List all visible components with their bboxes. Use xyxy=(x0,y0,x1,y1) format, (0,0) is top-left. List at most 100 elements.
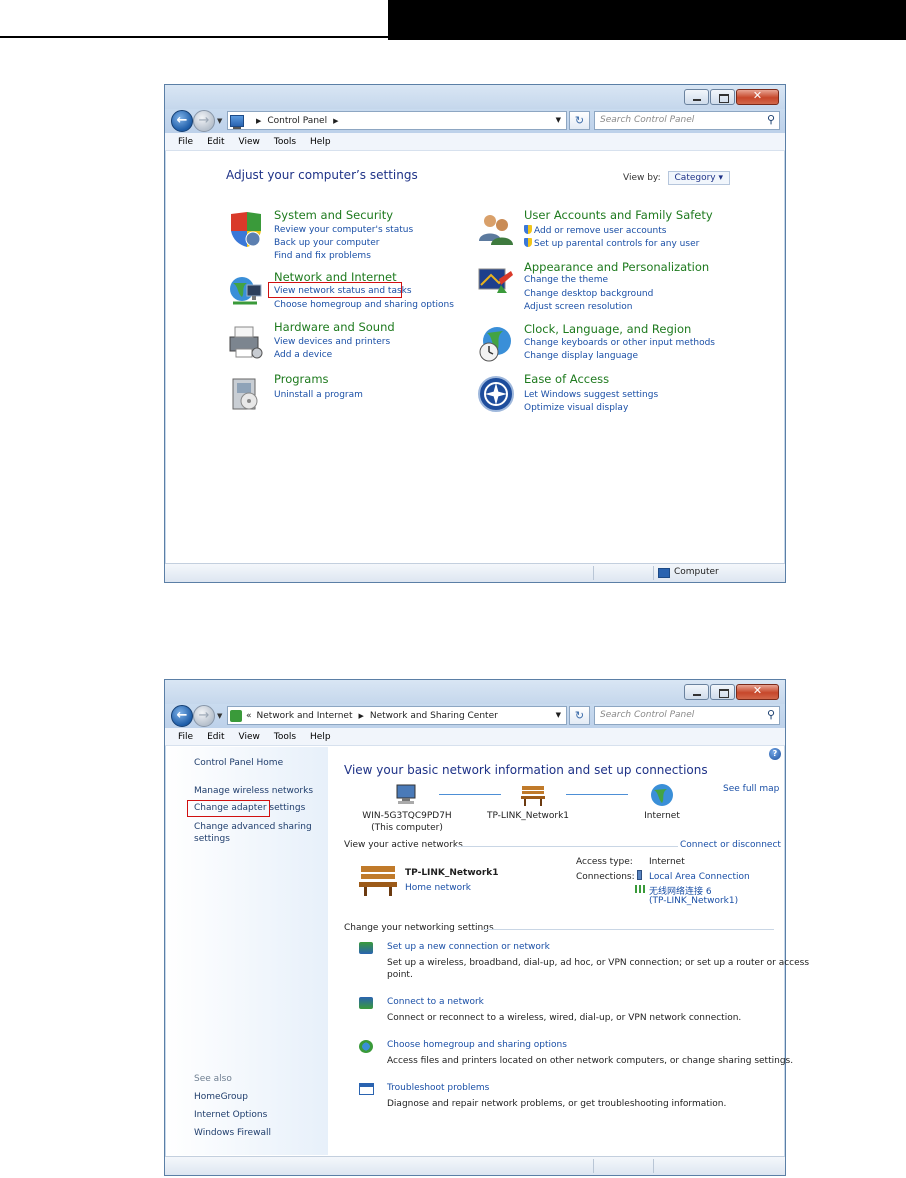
help-icon[interactable]: ? xyxy=(769,748,781,760)
view-by: View by: Category ▾ xyxy=(623,171,731,185)
link-troubleshoot[interactable]: Troubleshoot problems xyxy=(387,1083,489,1093)
printer-icon xyxy=(229,326,263,359)
category-title[interactable]: Hardware and Sound xyxy=(274,320,395,334)
link-setup-new-connection[interactable]: Set up a new connection or network xyxy=(387,942,550,952)
category-title[interactable]: Ease of Access xyxy=(524,372,609,386)
close-button[interactable] xyxy=(736,684,779,700)
link-advanced-sharing[interactable]: Change advanced sharing xyxy=(194,822,312,832)
breadcrumb-network-internet[interactable]: Network and Internet xyxy=(257,711,353,721)
link-connect-network[interactable]: Connect to a network xyxy=(387,997,484,1007)
breadcrumb-network-sharing-center[interactable]: Network and Sharing Center xyxy=(370,711,498,721)
breadcrumb-overflow[interactable]: « xyxy=(246,711,252,721)
search-icon[interactable]: ⚲ xyxy=(767,708,775,721)
wifi-signal-icon xyxy=(635,885,645,893)
category-title[interactable]: Appearance and Personalization xyxy=(524,260,709,274)
link-review-status[interactable]: Review your computer's status xyxy=(274,225,413,235)
link-add-device[interactable]: Add a device xyxy=(274,350,332,360)
link-see-full-map[interactable]: See full map xyxy=(723,784,779,794)
back-button[interactable] xyxy=(171,705,193,727)
link-wireless-connection-sub[interactable]: (TP-LINK_Network1) xyxy=(649,896,738,906)
link-advanced-sharing-2[interactable]: settings xyxy=(194,834,230,844)
link-manage-wireless[interactable]: Manage wireless networks xyxy=(194,786,313,796)
link-control-panel-home[interactable]: Control Panel Home xyxy=(194,758,283,768)
connections-label: Connections: xyxy=(576,872,635,882)
recent-pages-dropdown-icon[interactable]: ▼ xyxy=(217,117,222,125)
link-homegroup-sharing[interactable]: Choose homegroup and sharing options xyxy=(274,300,454,310)
refresh-button[interactable]: ↻ xyxy=(569,111,590,130)
clock-globe-icon xyxy=(479,327,511,362)
menu-bar: File Edit View Tools Help xyxy=(165,133,785,151)
link-windows-firewall[interactable]: Windows Firewall xyxy=(194,1128,271,1138)
chevron-right-icon[interactable]: ▶ xyxy=(358,712,363,720)
search-input[interactable]: Search Control Panel ⚲ xyxy=(594,706,780,725)
link-change-theme[interactable]: Change the theme xyxy=(524,275,608,285)
link-devices-printers[interactable]: View devices and printers xyxy=(274,337,390,347)
link-desktop-background[interactable]: Change desktop background xyxy=(524,289,653,299)
forward-button[interactable] xyxy=(193,705,215,727)
address-bar[interactable]: « Network and Internet ▶ Network and Sha… xyxy=(227,706,567,725)
shield-icon xyxy=(231,212,261,247)
link-connect-disconnect[interactable]: Connect or disconnect xyxy=(680,840,781,850)
category-title[interactable]: Programs xyxy=(274,372,329,386)
link-display-language[interactable]: Change display language xyxy=(524,351,638,361)
menu-file[interactable]: File xyxy=(178,137,193,147)
link-keyboards-input[interactable]: Change keyboards or other input methods xyxy=(524,338,715,348)
link-uninstall[interactable]: Uninstall a program xyxy=(274,390,363,400)
view-by-dropdown[interactable]: Category ▾ xyxy=(667,171,731,185)
address-bar[interactable]: ▶ Control Panel ▶ ▼ xyxy=(227,111,567,130)
task-description: Connect or reconnect to a wireless, wire… xyxy=(387,1013,742,1023)
forward-button[interactable] xyxy=(193,110,215,132)
menu-view[interactable]: View xyxy=(239,137,260,147)
menu-bar: File Edit View Tools Help xyxy=(165,728,785,746)
menu-edit[interactable]: Edit xyxy=(207,732,224,742)
link-local-area-connection[interactable]: Local Area Connection xyxy=(649,872,750,882)
link-homegroup-sharing[interactable]: Choose homegroup and sharing options xyxy=(387,1040,567,1050)
internet-globe-icon xyxy=(651,784,673,806)
category-title[interactable]: Clock, Language, and Region xyxy=(524,322,691,336)
link-back-up[interactable]: Back up your computer xyxy=(274,238,380,248)
refresh-button[interactable]: ↻ xyxy=(569,706,590,725)
menu-help[interactable]: Help xyxy=(310,137,331,147)
highlight-box xyxy=(268,282,402,298)
maximize-button[interactable] xyxy=(710,684,735,700)
control-panel-icon xyxy=(230,114,244,129)
see-also-label: See also xyxy=(194,1074,232,1084)
menu-help[interactable]: Help xyxy=(310,732,331,742)
search-input[interactable]: Search Control Panel ⚲ xyxy=(594,111,780,130)
bench-icon xyxy=(521,786,545,806)
close-button[interactable] xyxy=(736,89,779,105)
minimize-button[interactable] xyxy=(684,89,709,105)
link-suggest-settings[interactable]: Let Windows suggest settings xyxy=(524,390,658,400)
bench-icon xyxy=(359,866,397,896)
chevron-down-icon[interactable]: ▼ xyxy=(556,711,561,719)
map-internet: Internet xyxy=(644,811,680,821)
homegroup-icon xyxy=(359,1040,373,1053)
link-optimize-visual[interactable]: Optimize visual display xyxy=(524,403,628,413)
recent-pages-dropdown-icon[interactable]: ▼ xyxy=(217,712,222,720)
maximize-button[interactable] xyxy=(710,89,735,105)
connect-network-icon xyxy=(359,997,373,1009)
back-button[interactable] xyxy=(171,110,193,132)
active-network-name: TP-LINK_Network1 xyxy=(405,868,499,878)
link-find-fix[interactable]: Find and fix problems xyxy=(274,251,371,261)
link-screen-resolution[interactable]: Adjust screen resolution xyxy=(524,302,632,312)
category-title[interactable]: System and Security xyxy=(274,208,393,222)
menu-edit[interactable]: Edit xyxy=(207,137,224,147)
menu-tools[interactable]: Tools xyxy=(274,137,296,147)
link-parental-controls[interactable]: Set up parental controls for any user xyxy=(524,238,699,249)
chevron-right-icon[interactable]: ▶ xyxy=(333,117,338,125)
menu-file[interactable]: File xyxy=(178,732,193,742)
minimize-button[interactable] xyxy=(684,684,709,700)
category-title[interactable]: User Accounts and Family Safety xyxy=(524,208,713,222)
link-homegroup[interactable]: HomeGroup xyxy=(194,1092,248,1102)
task-description: Diagnose and repair network problems, or… xyxy=(387,1099,727,1109)
link-internet-options[interactable]: Internet Options xyxy=(194,1110,267,1120)
menu-view[interactable]: View xyxy=(239,732,260,742)
link-add-remove-users[interactable]: Add or remove user accounts xyxy=(524,225,666,236)
search-icon[interactable]: ⚲ xyxy=(767,113,775,126)
link-home-network[interactable]: Home network xyxy=(405,883,471,893)
breadcrumb-control-panel[interactable]: Control Panel xyxy=(267,116,327,126)
chevron-down-icon[interactable]: ▼ xyxy=(556,116,561,124)
new-connection-icon xyxy=(359,942,373,954)
menu-tools[interactable]: Tools xyxy=(274,732,296,742)
